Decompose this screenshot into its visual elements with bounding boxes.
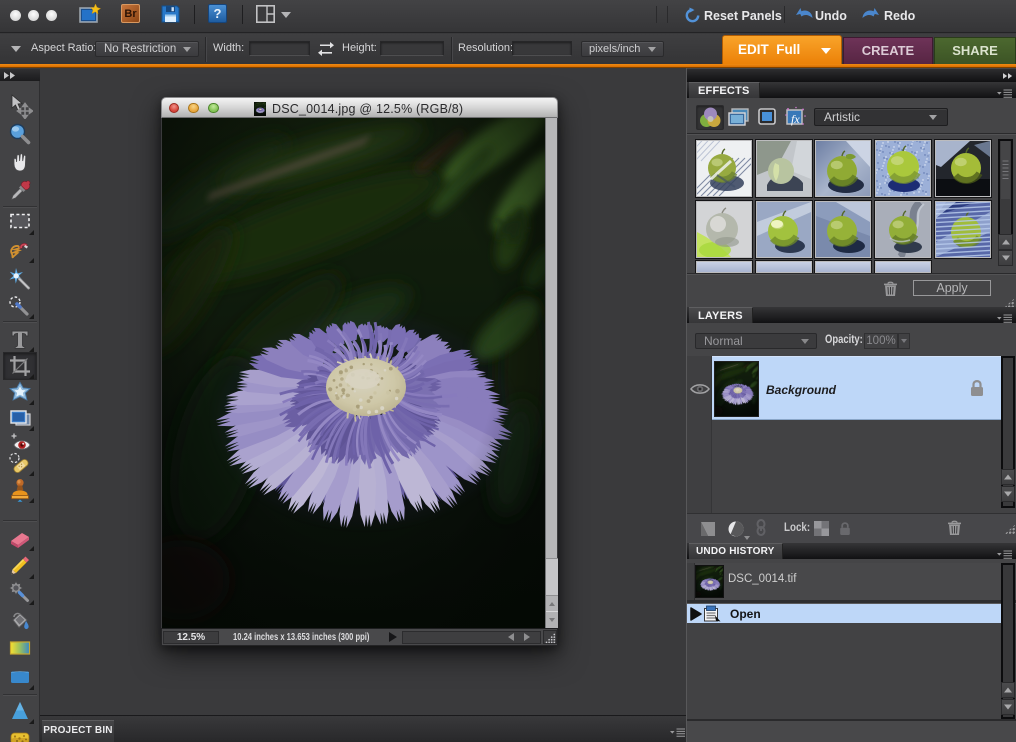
svg-text:fx: fx (791, 112, 800, 126)
